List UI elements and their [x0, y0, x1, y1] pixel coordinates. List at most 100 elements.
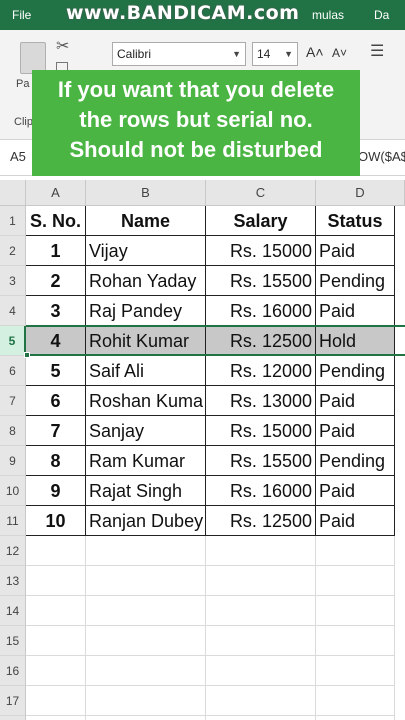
empty-cell[interactable] — [86, 656, 206, 686]
row-header-2[interactable]: 2 — [0, 236, 26, 266]
column-header-b[interactable]: B — [86, 180, 206, 206]
tab-data[interactable]: Da — [374, 0, 389, 30]
empty-cell[interactable] — [316, 716, 395, 720]
serial-number-cell[interactable]: 8 — [26, 446, 86, 476]
empty-cell[interactable] — [86, 566, 206, 596]
empty-cell[interactable] — [86, 596, 206, 626]
empty-cell[interactable] — [206, 626, 316, 656]
empty-cell[interactable] — [206, 686, 316, 716]
fill-handle[interactable] — [24, 352, 30, 358]
serial-number-cell[interactable]: 3 — [26, 296, 86, 326]
empty-cell[interactable] — [206, 716, 316, 720]
status-cell[interactable]: Paid — [316, 476, 395, 506]
status-cell[interactable]: Pending — [316, 356, 395, 386]
salary-cell[interactable]: Rs. 15000 — [206, 236, 316, 266]
salary-cell[interactable]: Rs. 16000 — [206, 296, 316, 326]
font-size-select[interactable]: 14 ▼ — [252, 42, 298, 66]
row-header-8[interactable]: 8 — [0, 416, 26, 446]
empty-cell[interactable] — [206, 656, 316, 686]
increase-font-size-button[interactable]: A˄ — [306, 44, 324, 60]
salary-cell[interactable]: Rs. 15500 — [206, 446, 316, 476]
name-cell[interactable]: Rohit Kumar — [86, 326, 206, 356]
row-header-9[interactable]: 9 — [0, 446, 26, 476]
serial-number-cell[interactable]: 2 — [26, 266, 86, 296]
row-header-18[interactable]: 18 — [0, 716, 26, 720]
column-header-a[interactable]: A — [26, 180, 86, 206]
empty-cell[interactable] — [316, 656, 395, 686]
formula-input[interactable]: OW($A$ — [358, 149, 405, 164]
salary-cell[interactable]: Rs. 12500 — [206, 506, 316, 536]
name-cell[interactable]: Saif Ali — [86, 356, 206, 386]
serial-number-cell[interactable]: 4 — [26, 326, 86, 356]
font-name-select[interactable]: Calibri ▼ — [112, 42, 246, 66]
serial-number-cell[interactable]: 1 — [26, 236, 86, 266]
empty-cell[interactable] — [206, 596, 316, 626]
name-cell[interactable]: Vijay — [86, 236, 206, 266]
empty-cell[interactable] — [206, 566, 316, 596]
empty-cell[interactable] — [26, 656, 86, 686]
empty-cell[interactable] — [86, 686, 206, 716]
serial-number-cell[interactable]: 10 — [26, 506, 86, 536]
empty-cell[interactable] — [316, 596, 395, 626]
status-cell[interactable]: Hold — [316, 326, 395, 356]
serial-number-cell[interactable]: 9 — [26, 476, 86, 506]
tab-formulas[interactable]: mulas — [312, 0, 344, 30]
header-cell[interactable]: Name — [86, 206, 206, 236]
salary-cell[interactable]: Rs. 13000 — [206, 386, 316, 416]
row-header-10[interactable]: 10 — [0, 476, 26, 506]
empty-cell[interactable] — [86, 536, 206, 566]
empty-cell[interactable] — [26, 566, 86, 596]
row-header-7[interactable]: 7 — [0, 386, 26, 416]
empty-cell[interactable] — [316, 626, 395, 656]
salary-cell[interactable]: Rs. 12500 — [206, 326, 316, 356]
status-cell[interactable]: Paid — [316, 296, 395, 326]
row-header-17[interactable]: 17 — [0, 686, 26, 716]
salary-cell[interactable]: Rs. 15000 — [206, 416, 316, 446]
empty-cell[interactable] — [316, 536, 395, 566]
tab-file[interactable]: File — [12, 0, 31, 30]
row-header-5[interactable]: 5 — [0, 326, 26, 356]
salary-cell[interactable]: Rs. 16000 — [206, 476, 316, 506]
status-cell[interactable]: Paid — [316, 386, 395, 416]
row-header-4[interactable]: 4 — [0, 296, 26, 326]
empty-cell[interactable] — [26, 686, 86, 716]
row-header-15[interactable]: 15 — [0, 626, 26, 656]
select-all-corner[interactable] — [0, 180, 26, 206]
align-lines-icon[interactable]: ☰ — [370, 44, 388, 60]
header-cell[interactable]: Status — [316, 206, 395, 236]
empty-cell[interactable] — [316, 686, 395, 716]
header-cell[interactable]: Salary — [206, 206, 316, 236]
row-header-1[interactable]: 1 — [0, 206, 26, 236]
status-cell[interactable]: Paid — [316, 506, 395, 536]
empty-cell[interactable] — [206, 536, 316, 566]
serial-number-cell[interactable]: 7 — [26, 416, 86, 446]
empty-cell[interactable] — [26, 716, 86, 720]
header-cell[interactable]: S. No. — [26, 206, 86, 236]
row-header-16[interactable]: 16 — [0, 656, 26, 686]
salary-cell[interactable]: Rs. 12000 — [206, 356, 316, 386]
serial-number-cell[interactable]: 6 — [26, 386, 86, 416]
column-header-d[interactable]: D — [316, 180, 405, 206]
name-cell[interactable]: Ranjan Dubey — [86, 506, 206, 536]
empty-cell[interactable] — [26, 626, 86, 656]
column-header-c[interactable]: C — [206, 180, 316, 206]
cut-icon[interactable]: ✂ — [56, 36, 69, 56]
name-box[interactable]: A5 — [10, 149, 26, 164]
empty-cell[interactable] — [86, 716, 206, 720]
decrease-font-size-button[interactable]: A˅ — [332, 46, 347, 60]
row-header-12[interactable]: 12 — [0, 536, 26, 566]
empty-cell[interactable] — [26, 596, 86, 626]
name-cell[interactable]: Rohan Yaday — [86, 266, 206, 296]
serial-number-cell[interactable]: 5 — [26, 356, 86, 386]
row-header-14[interactable]: 14 — [0, 596, 26, 626]
name-cell[interactable]: Roshan Kuma — [86, 386, 206, 416]
salary-cell[interactable]: Rs. 15500 — [206, 266, 316, 296]
name-cell[interactable]: Raj Pandey — [86, 296, 206, 326]
name-cell[interactable]: Sanjay — [86, 416, 206, 446]
row-header-11[interactable]: 11 — [0, 506, 26, 536]
empty-cell[interactable] — [86, 626, 206, 656]
name-cell[interactable]: Ram Kumar — [86, 446, 206, 476]
name-cell[interactable]: Rajat Singh — [86, 476, 206, 506]
status-cell[interactable]: Paid — [316, 236, 395, 266]
row-header-3[interactable]: 3 — [0, 266, 26, 296]
